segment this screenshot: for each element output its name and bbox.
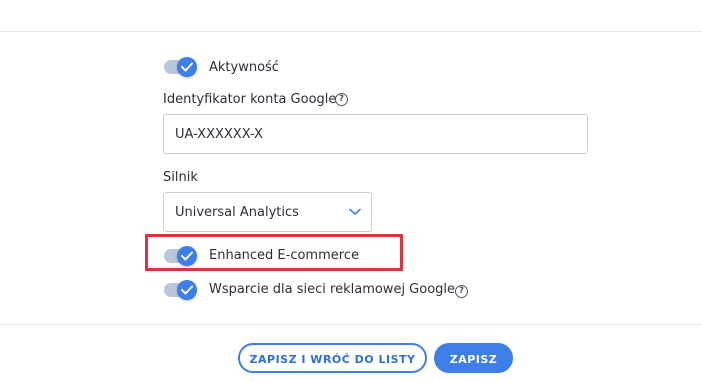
engine-selected-value: Universal Analytics [175,205,299,220]
check-icon [181,285,193,295]
ad-network-toggle[interactable] [164,280,197,300]
engine-label: Silnik [163,170,198,185]
account-id-label: Identyfikator konta Google [163,92,337,107]
question-circle-icon[interactable]: ? [455,285,468,298]
toggle-knob [177,57,197,77]
check-icon [181,62,193,72]
question-circle-icon[interactable]: ? [335,93,348,106]
check-icon [181,251,193,261]
chevron-down-icon [349,208,361,215]
save-and-back-button[interactable]: ZAPISZ I WRÓĆ DO LISTY [238,343,427,373]
settings-page: Aktywność Identyfikator konta Google ? S… [0,0,702,382]
toggle-knob [177,246,197,266]
toggle-knob [177,280,197,300]
activity-label: Aktywność [209,60,279,75]
save-button[interactable]: ZAPISZ [434,343,513,373]
ad-network-label: Wsparcie dla sieci reklamowej Google [209,282,456,297]
account-id-input[interactable] [163,114,588,154]
engine-select[interactable]: Universal Analytics [163,192,372,232]
enhanced-ecommerce-label: Enhanced E-commerce [209,248,359,263]
enhanced-ecommerce-toggle[interactable] [164,246,197,266]
bottom-divider [0,324,702,325]
top-divider [0,31,702,32]
activity-toggle[interactable] [164,57,197,77]
